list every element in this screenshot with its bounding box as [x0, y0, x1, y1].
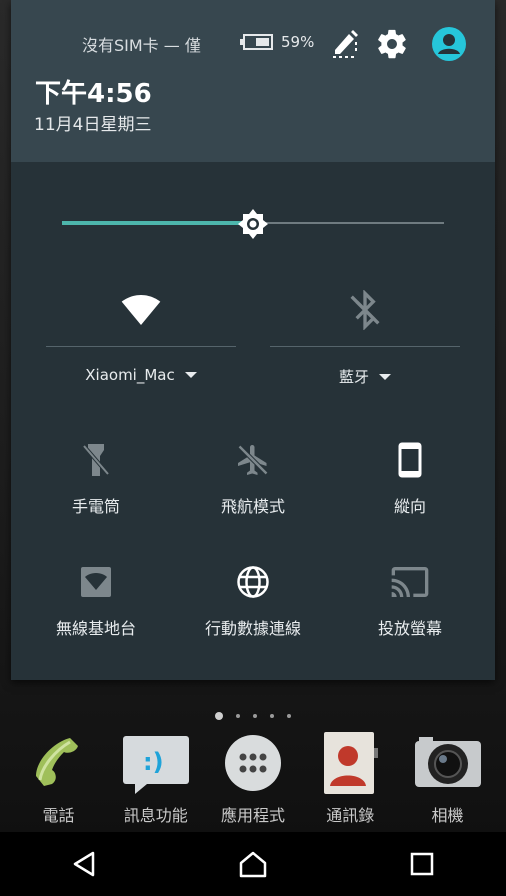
- airplane-off-icon: [178, 440, 328, 480]
- wifi-icon: [46, 290, 236, 334]
- page-dot: [270, 714, 274, 718]
- tile-flashlight[interactable]: 手電筒: [21, 440, 171, 530]
- contacts-icon: [315, 730, 385, 796]
- page-indicator: [0, 712, 506, 720]
- quick-settings-panel: 沒有SIM卡 — 僅 59% 下午4:56 11月4日星期三 Xiaomi_Ma…: [11, 0, 495, 680]
- dock-label: 應用程式: [220, 806, 285, 825]
- flashlight-off-icon: [21, 440, 171, 480]
- dock-app-contacts[interactable]: 通訊錄: [302, 730, 399, 830]
- dock-label: 訊息功能: [123, 806, 188, 825]
- bluetooth-off-icon: [270, 290, 460, 334]
- tile-label: 飛航模式: [220, 497, 285, 516]
- dock-label: 相機: [431, 806, 464, 825]
- recents-icon: [410, 852, 433, 876]
- tile-label: 投放螢幕: [377, 619, 442, 638]
- cast-icon: [335, 562, 485, 602]
- phone-icon: [24, 730, 94, 796]
- quick-settings-header: 沒有SIM卡 — 僅 59% 下午4:56 11月4日星期三: [11, 0, 495, 162]
- slider-fill: [62, 221, 253, 225]
- tile-label[interactable]: 藍牙: [270, 366, 460, 387]
- back-icon: [74, 851, 95, 877]
- tile-portrait[interactable]: 縱向: [335, 440, 485, 530]
- recents-button[interactable]: [392, 834, 452, 894]
- page-dot: [253, 714, 257, 718]
- gear-icon[interactable]: [375, 27, 409, 65]
- home-icon: [239, 851, 267, 878]
- dock-label: 通訊錄: [326, 806, 375, 825]
- tile-label: 行動數據連線: [204, 619, 301, 638]
- clock-date[interactable]: 11月4日星期三: [34, 110, 151, 135]
- tile-label: 無線基地台: [55, 619, 136, 638]
- globe-icon: [178, 562, 328, 602]
- account-icon[interactable]: [431, 26, 467, 66]
- back-button[interactable]: [54, 834, 114, 894]
- tile-mobile-data[interactable]: 行動數據連線: [178, 562, 328, 652]
- tile-divider: [270, 346, 460, 347]
- brightness-slider[interactable]: [62, 208, 444, 240]
- chevron-down-icon: [184, 371, 197, 378]
- tile-label: 手電筒: [71, 497, 120, 516]
- clock-time: 下午4:56: [35, 79, 152, 109]
- svg-text::): :): [143, 748, 164, 776]
- tile-wifi[interactable]: Xiaomi_Mac: [46, 290, 236, 400]
- navigation-bar: [0, 832, 506, 896]
- tile-hotspot[interactable]: 無線基地台: [21, 562, 171, 652]
- brightness-icon[interactable]: [237, 208, 269, 240]
- hotspot-icon: [21, 562, 171, 602]
- tile-bluetooth[interactable]: 藍牙: [270, 290, 460, 400]
- camera-icon: [413, 730, 483, 796]
- tile-label[interactable]: Xiaomi_Mac: [46, 366, 236, 384]
- tile-airplane-mode[interactable]: 飛航模式: [178, 440, 328, 530]
- chevron-down-icon: [379, 373, 391, 380]
- page-dot: [236, 714, 240, 718]
- dock-app-apps[interactable]: 應用程式: [205, 730, 302, 830]
- dock-app-phone[interactable]: 電話: [10, 730, 107, 830]
- dock: 電話 :) 訊息功能 應用程式 通訊錄 相機: [10, 730, 496, 830]
- dock-label: 電話: [42, 806, 75, 825]
- page-dot: [287, 714, 291, 718]
- tile-label: 縱向: [393, 497, 426, 516]
- portrait-icon: [335, 440, 485, 480]
- status-row: 沒有SIM卡 — 僅 59%: [11, 24, 495, 64]
- messaging-icon: :): [121, 730, 191, 796]
- page-dot: [215, 712, 223, 720]
- apps-icon: [218, 730, 288, 796]
- home-button[interactable]: [223, 834, 283, 894]
- edit-icon[interactable]: [331, 28, 359, 62]
- battery-percent: 59%: [281, 33, 315, 51]
- battery-icon: [240, 34, 274, 54]
- carrier-label: 沒有SIM卡 — 僅: [82, 36, 201, 55]
- tile-divider: [46, 346, 236, 347]
- tile-cast-screen[interactable]: 投放螢幕: [335, 562, 485, 652]
- dock-app-messaging[interactable]: :) 訊息功能: [107, 730, 204, 830]
- dock-app-camera[interactable]: 相機: [399, 730, 496, 830]
